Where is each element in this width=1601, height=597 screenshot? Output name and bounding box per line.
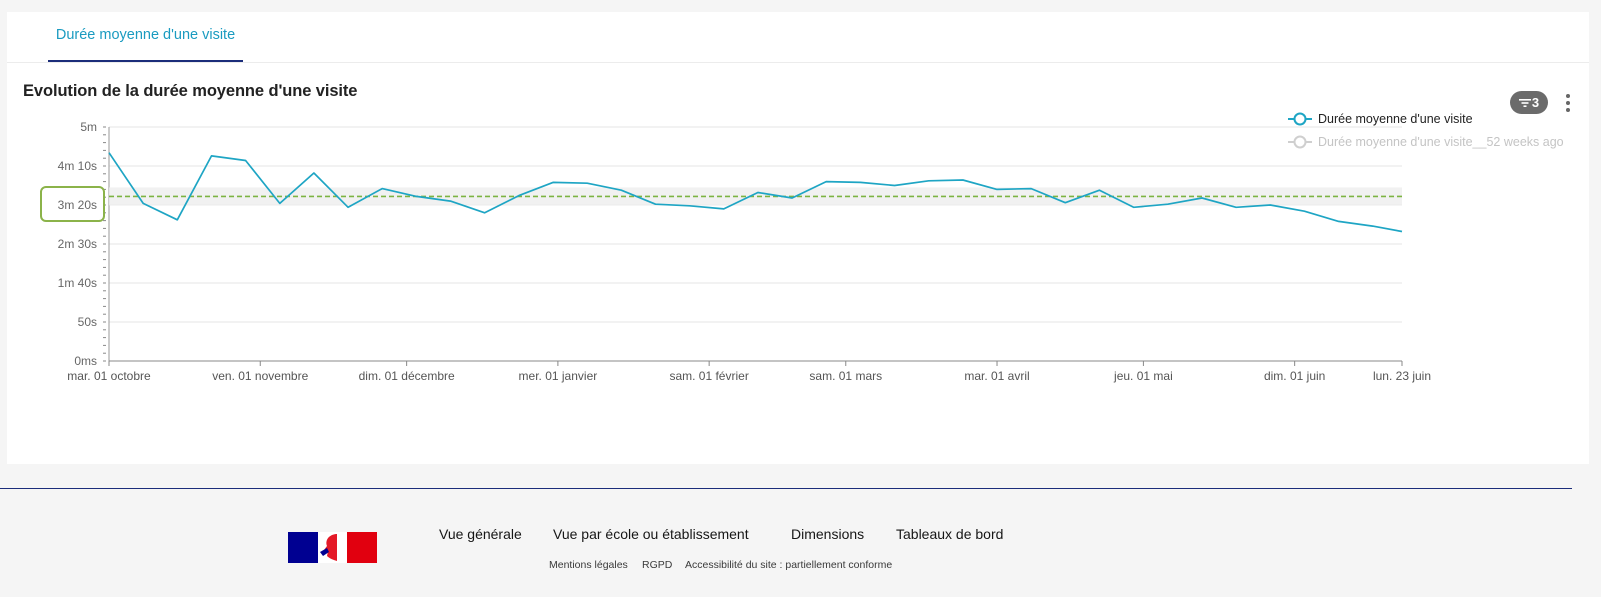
y-tick-label: 4m 10s <box>58 159 97 173</box>
y-tick-label: 50s <box>78 315 97 329</box>
x-tick-label: ven. 01 novembre <box>212 369 308 383</box>
x-tick-label: sam. 01 mars <box>809 369 882 383</box>
footer-link-accessibilite[interactable]: Accessibilité du site : partiellement co… <box>685 559 892 571</box>
x-tick-label: lun. 23 juin <box>1373 369 1431 383</box>
legend-label: Durée moyenne d'une visite__52 weeks ago <box>1318 135 1564 149</box>
republique-francaise-logo <box>288 532 377 563</box>
x-tick-label: dim. 01 juin <box>1264 369 1325 383</box>
footer-divider <box>0 488 1572 489</box>
flag-white <box>318 532 347 563</box>
x-tick-label: sam. 01 février <box>669 369 748 383</box>
y-tick-label: 0ms <box>74 354 97 368</box>
line-chart: 0ms 50s 1m 40s 2m 30s 3m 20s 4m 10s 5m mar. 01 … <box>40 112 1564 383</box>
legend-label: Durée moyenne d'une visite <box>1318 112 1473 126</box>
footer-nav-tableaux-de-bord[interactable]: Tableaux de bord <box>896 526 1003 542</box>
footer-link-rgpd[interactable]: RGPD <box>642 559 672 571</box>
y-tick-label: 3m 20s <box>58 198 97 212</box>
legend-marker-icon <box>1293 135 1307 149</box>
flag-blue <box>288 532 318 563</box>
flag-red <box>347 532 377 563</box>
legend-marker-icon <box>1293 112 1307 126</box>
x-tick-label: mar. 01 octobre <box>67 369 151 383</box>
footer-nav-dimensions[interactable]: Dimensions <box>791 526 864 542</box>
y-tick-label: 5m <box>80 120 97 134</box>
x-tick-label: dim. 01 décembre <box>359 369 455 383</box>
marianne-profile-icon <box>320 534 337 561</box>
x-tick-label: mer. 01 janvier <box>519 369 598 383</box>
footer-nav-vue-generale[interactable]: Vue générale <box>439 526 522 542</box>
x-tick-label: mar. 01 avril <box>964 369 1029 383</box>
y-tick-label: 1m 40s <box>58 276 97 290</box>
x-tick-label: jeu. 01 mai <box>1113 369 1173 383</box>
y-tick-label: 2m 30s <box>58 237 97 251</box>
footer-nav-vue-par-ecole[interactable]: Vue par école ou établissement <box>553 526 749 542</box>
footer-link-mentions-legales[interactable]: Mentions légales <box>549 559 628 571</box>
